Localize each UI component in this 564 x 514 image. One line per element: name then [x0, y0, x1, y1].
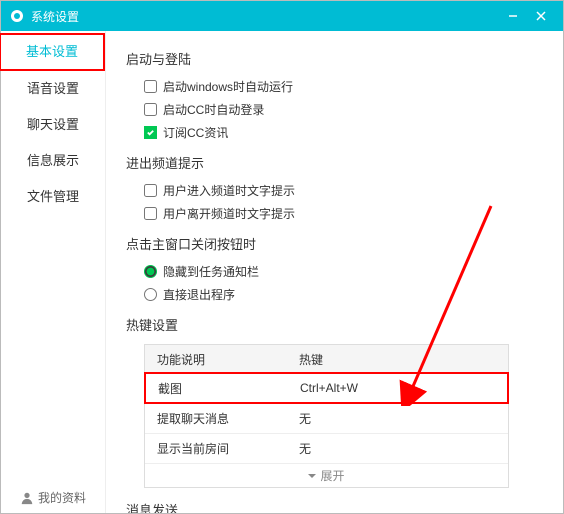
- section-title-close: 点击主窗口关闭按钮时: [126, 234, 543, 253]
- sidebar-profile-label: 我的资料: [38, 483, 86, 513]
- sidebar: 基本设置 语音设置 聊天设置 信息展示 文件管理 我的资料: [1, 31, 106, 513]
- minimize-button[interactable]: [499, 1, 527, 31]
- titlebar: 系统设置: [1, 1, 563, 31]
- checkbox-checked-icon[interactable]: [144, 126, 157, 139]
- sidebar-item-label: 聊天设置: [27, 117, 79, 132]
- sidebar-item-chat[interactable]: 聊天设置: [1, 107, 105, 143]
- hotkey-func: 截图: [146, 380, 296, 397]
- checkbox-label: 启动CC时自动登录: [163, 101, 264, 118]
- radio-label: 隐藏到任务通知栏: [163, 263, 259, 280]
- hotkey-table: 功能说明 热键 截图 Ctrl+Alt+W 提取聊天消息 无 显示当前房间 无 …: [144, 344, 509, 488]
- hotkey-func: 显示当前房间: [145, 440, 295, 457]
- sidebar-item-label: 基本设置: [26, 44, 78, 59]
- close-button[interactable]: [527, 1, 555, 31]
- opt-autorun-windows[interactable]: 启动windows时自动运行: [126, 78, 543, 95]
- hotkey-expand[interactable]: 展开: [145, 463, 508, 487]
- section-title-hotkey: 热键设置: [126, 315, 543, 334]
- hotkey-header: 功能说明 热键: [145, 345, 508, 373]
- opt-leave-channel[interactable]: 用户离开频道时文字提示: [126, 205, 543, 222]
- titlebar-title: 系统设置: [31, 8, 499, 25]
- app-logo-icon: [9, 8, 25, 24]
- hotkey-row-showroom[interactable]: 显示当前房间 无: [145, 433, 508, 463]
- sidebar-item-label: 文件管理: [27, 189, 79, 204]
- checkbox[interactable]: [144, 207, 157, 220]
- sidebar-item-file[interactable]: 文件管理: [1, 179, 105, 215]
- sidebar-item-basic[interactable]: 基本设置: [0, 33, 105, 71]
- hotkey-row-screenshot[interactable]: 截图 Ctrl+Alt+W: [144, 372, 509, 404]
- checkbox-label: 启动windows时自动运行: [163, 78, 293, 95]
- sidebar-item-label: 信息展示: [27, 153, 79, 168]
- radio-label: 直接退出程序: [163, 286, 235, 303]
- checkbox-label: 订阅CC资讯: [163, 124, 228, 141]
- checkbox[interactable]: [144, 103, 157, 116]
- chevron-down-icon: [308, 472, 316, 480]
- hotkey-key: Ctrl+Alt+W: [296, 381, 507, 395]
- hotkey-func: 提取聊天消息: [145, 410, 295, 427]
- sidebar-item-voice[interactable]: 语音设置: [1, 71, 105, 107]
- section-title-channel: 进出频道提示: [126, 153, 543, 172]
- col-header-key: 热键: [295, 351, 508, 368]
- checkbox[interactable]: [144, 80, 157, 93]
- sidebar-item-info[interactable]: 信息展示: [1, 143, 105, 179]
- window-controls: [499, 1, 555, 31]
- section-title-startup: 启动与登陆: [126, 49, 543, 68]
- checkbox[interactable]: [144, 184, 157, 197]
- hotkey-key: 无: [295, 440, 508, 457]
- checkbox-label: 用户进入频道时文字提示: [163, 182, 295, 199]
- main-panel: 启动与登陆 启动windows时自动运行 启动CC时自动登录 订阅CC资讯 进出…: [106, 31, 563, 513]
- opt-enter-channel[interactable]: 用户进入频道时文字提示: [126, 182, 543, 199]
- hotkey-row-extract[interactable]: 提取聊天消息 无: [145, 403, 508, 433]
- col-header-func: 功能说明: [145, 351, 295, 368]
- sidebar-profile[interactable]: 我的资料: [1, 483, 105, 513]
- radio[interactable]: [144, 265, 157, 278]
- opt-exit[interactable]: 直接退出程序: [126, 286, 543, 303]
- radio[interactable]: [144, 288, 157, 301]
- sidebar-item-label: 语音设置: [27, 81, 79, 96]
- expand-label: 展开: [320, 467, 344, 484]
- opt-subscribe-news[interactable]: 订阅CC资讯: [126, 124, 543, 141]
- opt-autologin-cc[interactable]: 启动CC时自动登录: [126, 101, 543, 118]
- opt-hide-tray[interactable]: 隐藏到任务通知栏: [126, 263, 543, 280]
- checkbox-label: 用户离开频道时文字提示: [163, 205, 295, 222]
- user-icon: [20, 491, 34, 505]
- hotkey-key: 无: [295, 410, 508, 427]
- section-title-send: 消息发送: [126, 500, 543, 513]
